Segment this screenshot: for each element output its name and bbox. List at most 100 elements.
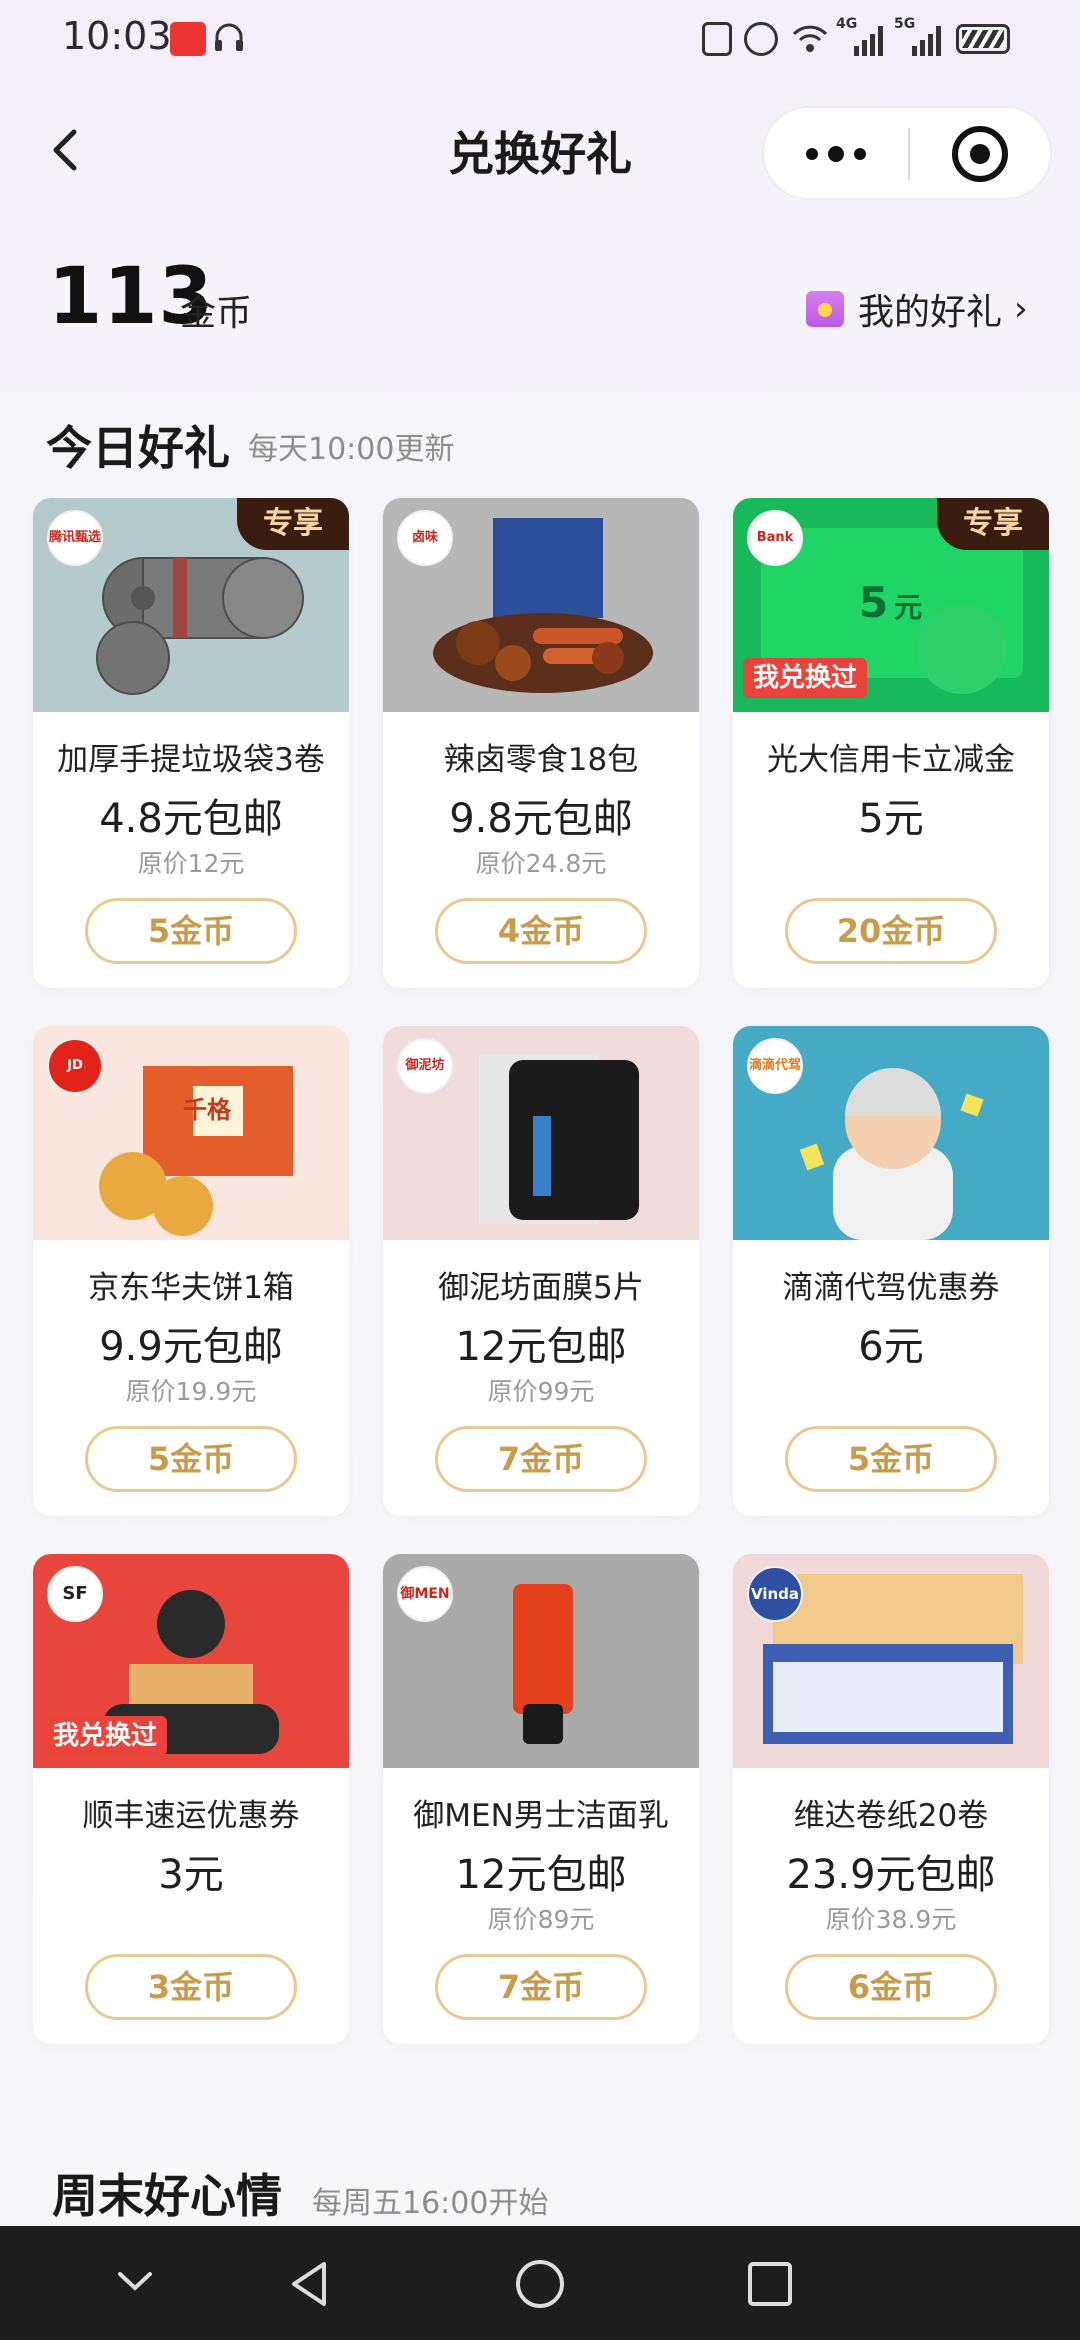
product-name: 维达卷纸20卷 <box>793 1798 989 1834</box>
my-gifts-link[interactable]: 我的好礼 › <box>806 284 1028 334</box>
brand-logo: 卤味 <box>397 510 453 566</box>
section-title-weekend: 周末好心情 <box>52 2169 282 2223</box>
battery-icon <box>956 24 1010 54</box>
product-price: 9.9元包邮 <box>99 1324 283 1370</box>
redeem-button[interactable]: 4金币 <box>435 898 647 964</box>
redeem-button[interactable]: 3金币 <box>85 1954 297 2020</box>
product-card[interactable]: 御泥坊 御泥坊面膜5片 12元包邮 原价99元 7金币 <box>383 1026 699 1516</box>
product-image: 5元 Bank 专享 我兑换过 <box>733 498 1049 712</box>
product-price: 12元包邮 <box>455 1324 627 1370</box>
product-image: SF 我兑换过 <box>33 1554 349 1768</box>
brand-logo: 御MEN <box>397 1566 453 1622</box>
brand-logo: 御泥坊 <box>397 1038 453 1094</box>
brand-logo: JD <box>47 1038 103 1094</box>
triangle-back-icon <box>292 2262 326 2306</box>
product-price: 9.8元包邮 <box>449 796 633 842</box>
original-price: 原价12元 <box>137 849 245 878</box>
product-price: 23.9元包邮 <box>786 1852 996 1898</box>
product-price: 12元包邮 <box>455 1852 627 1898</box>
product-name: 御泥坊面膜5片 <box>438 1270 644 1306</box>
original-price: 原价89元 <box>487 1905 595 1934</box>
product-image: 腾讯甄选 专享 <box>33 498 349 712</box>
product-price: 6元 <box>858 1324 924 1370</box>
nav-collapse-button[interactable] <box>110 2256 160 2310</box>
product-name: 京东华夫饼1箱 <box>88 1270 294 1306</box>
exclusive-badge: 专享 <box>237 498 349 550</box>
product-name: 加厚手提垃圾袋3卷 <box>57 742 325 778</box>
exchanged-badge: 我兑换过 <box>43 1716 168 1756</box>
product-price: 3元 <box>158 1852 224 1898</box>
app-notification-icon <box>170 22 206 56</box>
exclusive-badge: 专享 <box>937 498 1049 550</box>
redeem-button[interactable]: 7金币 <box>435 1426 647 1492</box>
product-card[interactable]: 千格 JD 京东华夫饼1箱 9.9元包邮 原价19.9元 5金币 <box>33 1026 349 1516</box>
target-icon <box>952 126 1008 182</box>
product-card[interactable]: 御MEN 御MEN男士洁面乳 12元包邮 原价89元 7金币 <box>383 1554 699 2044</box>
product-image: 滴滴代驾 <box>733 1026 1049 1240</box>
nav-back-button[interactable] <box>282 2256 338 2316</box>
coin-unit: 金币 <box>180 293 253 334</box>
product-name: 辣卤零食18包 <box>443 742 639 778</box>
original-price: 原价19.9元 <box>125 1377 257 1406</box>
status-bar: 10:03 4G 5G <box>0 0 1080 80</box>
gift-box-icon <box>806 291 844 327</box>
box-label: 千格 <box>183 1096 231 1124</box>
brand-logo: 腾讯甄选 <box>47 510 103 566</box>
mini-program-capsule <box>762 106 1052 200</box>
product-name: 光大信用卡立减金 <box>767 742 1015 778</box>
more-button[interactable] <box>764 108 908 198</box>
nfc-icon <box>702 22 732 56</box>
nav-recents-button[interactable] <box>742 2256 798 2316</box>
product-name: 滴滴代驾优惠券 <box>782 1270 1000 1306</box>
brand-logo: SF <box>47 1566 103 1622</box>
section-subtitle-today: 每天10:00更新 <box>248 432 455 467</box>
more-dots-icon <box>806 146 866 162</box>
product-card[interactable]: SF 我兑换过 顺丰速运优惠券 3元 3金币 <box>33 1554 349 2044</box>
product-card[interactable]: 腾讯甄选 专享 加厚手提垃圾袋3卷 4.8元包邮 原价12元 5金币 <box>33 498 349 988</box>
product-image: Vinda <box>733 1554 1049 1768</box>
chevron-right-icon: › <box>1014 289 1028 329</box>
my-gifts-label: 我的好礼 <box>858 292 1003 333</box>
circle-home-icon <box>516 2260 564 2308</box>
redeem-button[interactable]: 7金币 <box>435 1954 647 2020</box>
product-image: 卤味 <box>383 498 699 712</box>
original-price: 原价99元 <box>487 1377 595 1406</box>
product-card[interactable]: 卤味 辣卤零食18包 9.8元包邮 原价24.8元 4金币 <box>383 498 699 988</box>
headphones-icon <box>212 20 246 58</box>
product-card[interactable]: Vinda 维达卷纸20卷 23.9元包邮 原价38.9元 6金币 <box>733 1554 1049 2044</box>
brand-logo: Bank <box>747 510 803 566</box>
redeem-button[interactable]: 20金币 <box>785 898 997 964</box>
brand-logo: Vinda <box>747 1566 803 1622</box>
card-value-unit: 元 <box>894 591 923 624</box>
alarm-icon <box>744 22 778 56</box>
product-image: 御MEN <box>383 1554 699 1768</box>
product-card[interactable]: 5元 Bank 专享 我兑换过 光大信用卡立减金 5元 20金币 <box>733 498 1049 988</box>
nav-home-button[interactable] <box>512 2256 568 2316</box>
original-price: 原价24.8元 <box>475 849 607 878</box>
brand-logo: 滴滴代驾 <box>747 1038 803 1094</box>
product-price: 4.8元包邮 <box>99 796 283 842</box>
redeem-button[interactable]: 5金币 <box>85 1426 297 1492</box>
status-time: 10:03 <box>62 14 172 58</box>
chevron-down-icon <box>118 2272 152 2291</box>
card-value: 5元 <box>859 578 922 627</box>
product-image: 御泥坊 <box>383 1026 699 1240</box>
product-card[interactable]: 滴滴代驾 滴滴代驾优惠券 6元 5金币 <box>733 1026 1049 1516</box>
close-mini-program-button[interactable] <box>910 108 1050 198</box>
section-subtitle-weekend: 每周五16:00开始 <box>312 2186 549 2221</box>
original-price: 原价38.9元 <box>825 1905 957 1934</box>
redeem-button[interactable]: 5金币 <box>785 1426 997 1492</box>
card-value-number: 5 <box>859 578 889 627</box>
signal-4g-icon: 4G <box>836 16 888 60</box>
product-price: 5元 <box>858 796 924 842</box>
exchanged-badge: 我兑换过 <box>743 658 868 698</box>
wifi-icon <box>790 20 830 60</box>
product-name: 顺丰速运优惠券 <box>82 1798 300 1834</box>
product-name: 御MEN男士洁面乳 <box>413 1798 669 1834</box>
signal-5g-icon: 5G <box>894 16 946 60</box>
redeem-button[interactable]: 5金币 <box>85 898 297 964</box>
product-image: 千格 JD <box>33 1026 349 1240</box>
section-title-today: 今日好礼 <box>46 421 230 475</box>
redeem-button[interactable]: 6金币 <box>785 1954 997 2020</box>
system-nav-bar <box>0 2226 1080 2340</box>
